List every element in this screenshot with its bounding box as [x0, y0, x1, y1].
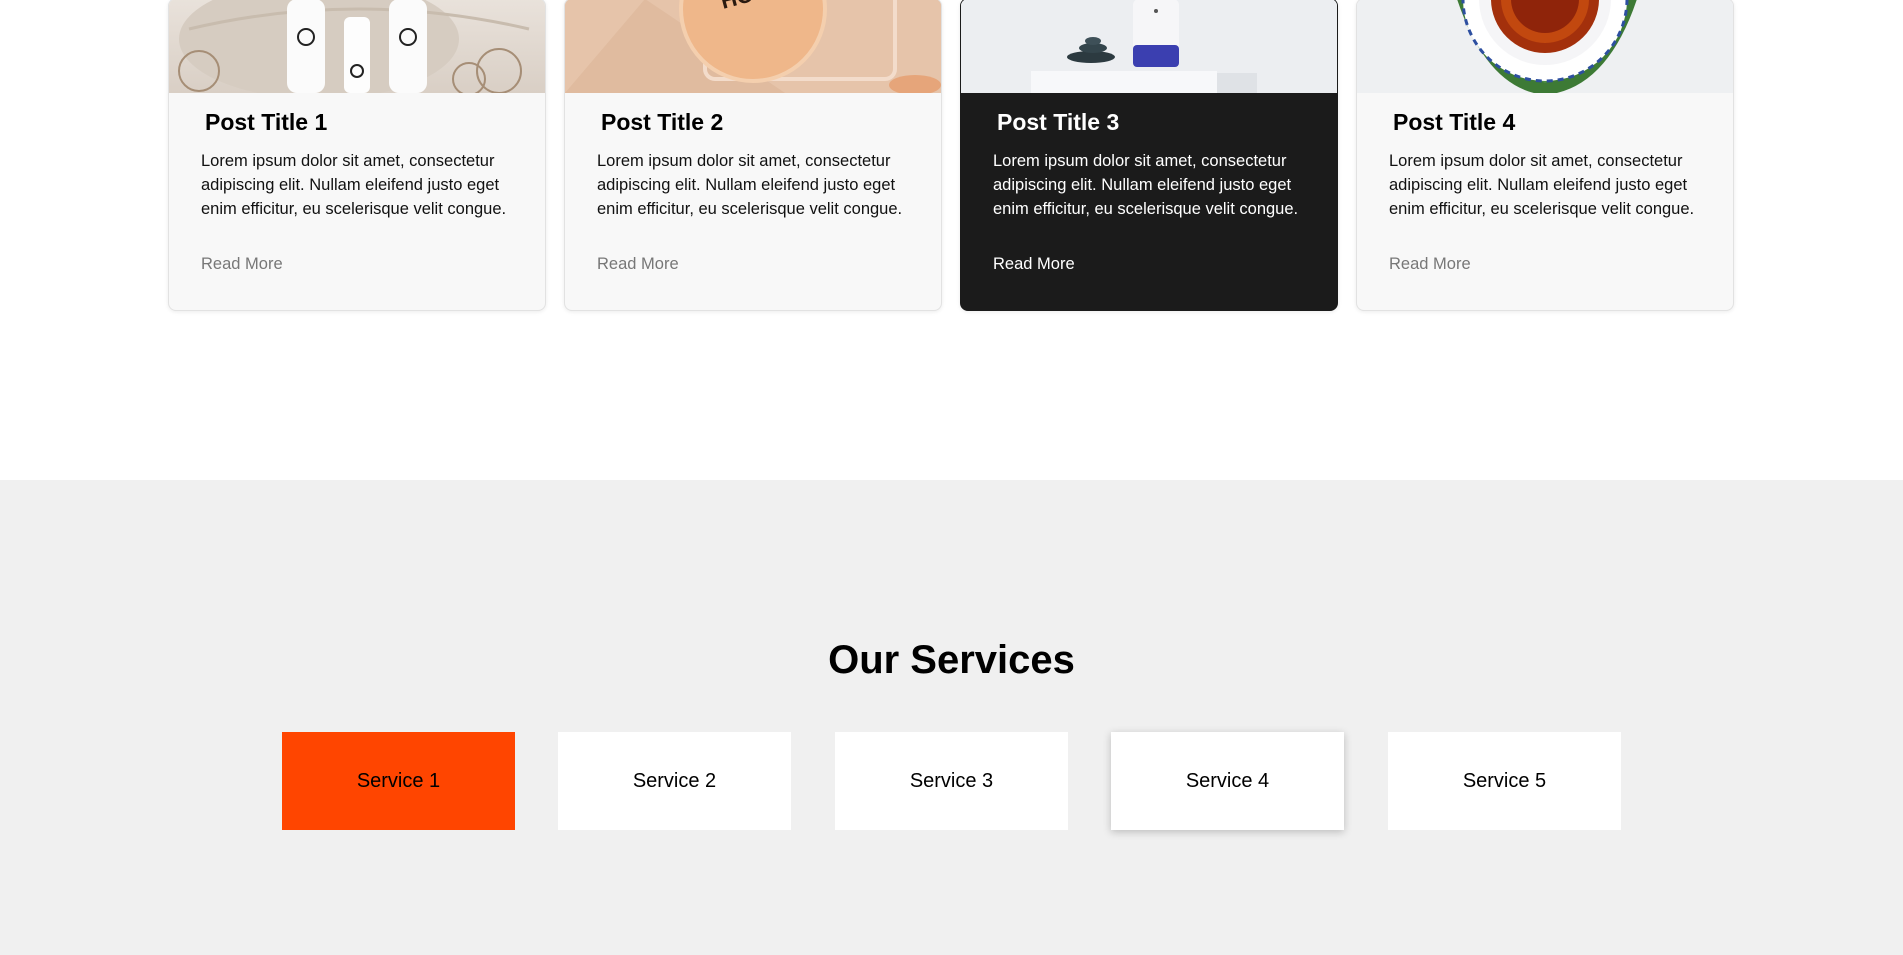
service-3-tile[interactable]: Service 3 [835, 732, 1068, 830]
service-1-tile[interactable]: Service 1 [282, 732, 515, 830]
post-card-2[interactable]: HO Post Title 2 Lorem ipsum dolor sit am… [564, 0, 942, 311]
post-title[interactable]: Post Title 3 [997, 109, 1119, 136]
read-more-link[interactable]: Read More [201, 255, 283, 274]
post-title[interactable]: Post Title 4 [1393, 109, 1515, 136]
post-title[interactable]: Post Title 2 [601, 109, 723, 136]
post-image-cosmetics-basket [169, 0, 545, 93]
post-image-cream-jar: HO [565, 0, 941, 93]
read-more-link[interactable]: Read More [993, 255, 1075, 274]
service-2-tile[interactable]: Service 2 [558, 732, 791, 830]
post-excerpt: Lorem ipsum dolor sit amet, consectetur … [1389, 152, 1695, 218]
read-more-link[interactable]: Read More [1389, 255, 1471, 274]
read-more-link[interactable]: Read More [597, 255, 679, 274]
post-excerpt: Lorem ipsum dolor sit amet, consectetur … [993, 152, 1299, 218]
post-excerpt: Lorem ipsum dolor sit amet, consectetur … [597, 152, 903, 218]
post-card-3[interactable]: Post Title 3 Lorem ipsum dolor sit amet,… [960, 0, 1338, 311]
services-heading: Our Services [828, 638, 1075, 682]
post-image-tube-and-stones [961, 0, 1337, 93]
post-title[interactable]: Post Title 1 [205, 109, 327, 136]
post-card-1[interactable]: Post Title 1 Lorem ipsum dolor sit amet,… [168, 0, 546, 311]
post-excerpt: Lorem ipsum dolor sit amet, consectetur … [201, 152, 507, 218]
posts-section: Post Title 1 Lorem ipsum dolor sit amet,… [0, 0, 1903, 480]
service-4-tile[interactable]: Service 4 [1111, 732, 1344, 830]
post-card-4[interactable]: Post Title 4 Lorem ipsum dolor sit amet,… [1356, 0, 1734, 311]
post-image-tea-cup [1357, 0, 1733, 93]
service-5-tile[interactable]: Service 5 [1388, 732, 1621, 830]
services-section: Our Services Service 1 Service 2 Service… [0, 480, 1903, 955]
